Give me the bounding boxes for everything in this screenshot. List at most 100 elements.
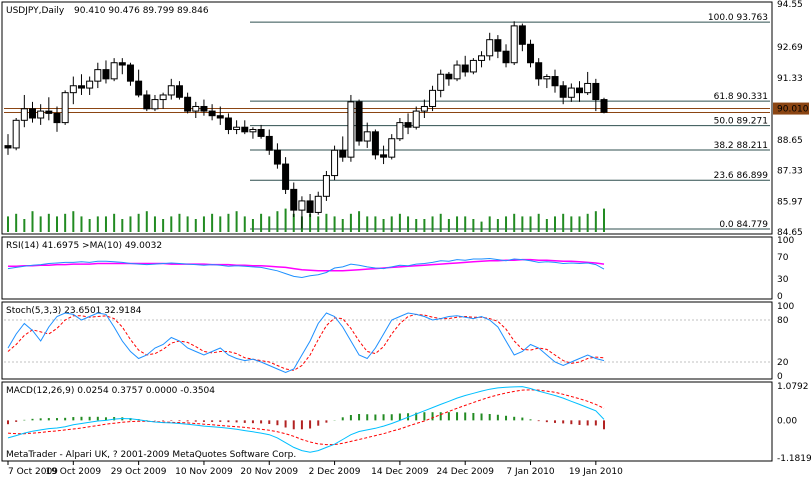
candle-body	[510, 25, 518, 64]
ohlc-readout: 90.410 90.476 89.799 89.846	[74, 6, 209, 16]
time-tick-label: 7 Jan 2010	[506, 467, 554, 477]
candle-body	[102, 69, 110, 80]
candle-body	[371, 131, 379, 156]
candle-body	[363, 131, 371, 142]
candle-body	[478, 55, 486, 61]
candle-body	[518, 25, 526, 45]
candle-body	[331, 149, 339, 177]
current-price-tag-label: 90.010	[777, 105, 809, 115]
price-panel-frame	[1, 1, 773, 235]
fib-label: 100.0 93.763	[708, 13, 768, 23]
fib-label: 23.6 86.899	[714, 171, 769, 181]
candle-body	[20, 108, 28, 121]
time-tick-label: 20 Nov 2009	[240, 467, 298, 477]
candle-body	[429, 89, 437, 107]
candle-body	[53, 112, 61, 124]
candle-body	[184, 96, 192, 112]
time-tick-label: 19 Oct 2009	[45, 467, 101, 477]
candle-body	[339, 149, 347, 158]
price-tick-label: 85.97	[777, 198, 803, 208]
rsi-tick-label: 100	[777, 236, 794, 246]
candle-body	[4, 145, 12, 149]
candle-body	[143, 94, 151, 110]
metatrader-chart: USDJPY,Daily 90.410 90.476 89.799 89.846…	[1, 0, 811, 477]
price-tick-label: 88.65	[777, 136, 803, 146]
stoch-tick-label: 0	[777, 372, 783, 382]
candle-body	[135, 80, 143, 96]
candle-body	[355, 101, 363, 142]
stoch-k-line	[7, 312, 605, 374]
candle-body	[584, 82, 592, 94]
price-tick-label: 94.55	[777, 0, 803, 10]
candle-body	[551, 76, 559, 87]
rsi-line	[7, 257, 605, 279]
candle-body	[576, 87, 584, 94]
candle-body	[200, 105, 208, 112]
candle-body	[380, 154, 388, 158]
candle-body	[151, 99, 159, 110]
fib-label: 0.0 84.779	[719, 220, 768, 230]
candle-body	[37, 110, 45, 119]
candle-body	[257, 129, 265, 137]
candle-body	[527, 43, 535, 64]
candle-body	[420, 105, 428, 112]
candle-body	[86, 80, 94, 89]
candle-body	[559, 85, 567, 98]
candle-body	[241, 126, 249, 133]
time-tick-label: 19 Jan 2010	[569, 467, 623, 477]
time-tick-label: 14 Dec 2009	[371, 467, 429, 477]
rsi-tick-label: 30	[777, 275, 789, 285]
candle-body	[28, 108, 36, 119]
candle-body	[12, 119, 20, 149]
candle-body	[445, 73, 453, 80]
candle-body	[543, 76, 551, 80]
candlesticks	[4, 21, 608, 229]
candle-body	[233, 126, 241, 131]
candle-body	[61, 92, 69, 124]
candle-body	[69, 85, 77, 94]
volume-bars	[7, 208, 605, 232]
stoch-tick-label: 100	[777, 302, 794, 312]
candle-body	[453, 64, 461, 80]
candle-body	[94, 69, 102, 82]
price-axis: 94.5592.6991.3389.9788.6587.3385.9784.65…	[773, 0, 809, 238]
copyright-label: MetaTrader - Alpari UK, ? 2001-2009 Meta…	[6, 450, 296, 460]
candle-body	[322, 175, 330, 197]
candle-body	[502, 50, 510, 64]
time-tick-label: 2 Dec 2009	[309, 467, 361, 477]
candle-body	[273, 149, 281, 165]
candle-body	[110, 62, 118, 80]
candle-body	[265, 135, 273, 151]
fibonacci-levels: 100.0 93.763 61.8 90.331 50.0 89.271 38.2 8…	[4, 13, 770, 230]
rsi-tick-label: 70	[777, 253, 789, 263]
candle-body	[159, 94, 167, 101]
stoch-tick-label: 20	[777, 358, 789, 368]
time-tick-label: 10 Nov 2009	[175, 467, 233, 477]
candle-body	[167, 85, 175, 96]
stoch-tick-label: 80	[777, 316, 789, 326]
symbol-label: USDJPY,Daily	[6, 6, 65, 16]
candle-body	[216, 115, 224, 119]
candle-body	[592, 82, 600, 101]
candle-body	[567, 87, 575, 98]
candle-body	[175, 85, 183, 98]
macd-label: MACD(12,26,9) 0.0254 0.3757 0.0000 -0.35…	[6, 386, 215, 396]
time-axis: 7 Oct 200919 Oct 2009 29 Oct 2009 10 Nov 2…	[7, 461, 623, 477]
rsi-label: RSI(14) 41.6975 >MA(10) 49.0032	[6, 241, 162, 251]
time-tick-label: 24 Dec 2009	[436, 467, 494, 477]
candle-body	[118, 62, 126, 66]
candle-body	[45, 110, 53, 114]
candle-body	[77, 85, 85, 89]
candle-body	[314, 195, 322, 213]
candle-body	[535, 62, 543, 80]
candle-body	[469, 59, 477, 73]
macd-tick-label: 1.0792	[777, 382, 809, 392]
candle-body	[404, 122, 412, 128]
candle-body	[396, 122, 404, 140]
fib-label: 38.2 88.211	[714, 141, 768, 151]
candle-body	[192, 105, 200, 112]
fib-label: 50.0 89.271	[714, 117, 768, 127]
candle-body	[208, 110, 216, 117]
fib-label: 61.8 90.331	[714, 92, 768, 102]
price-tick-label: 87.33	[777, 166, 803, 176]
